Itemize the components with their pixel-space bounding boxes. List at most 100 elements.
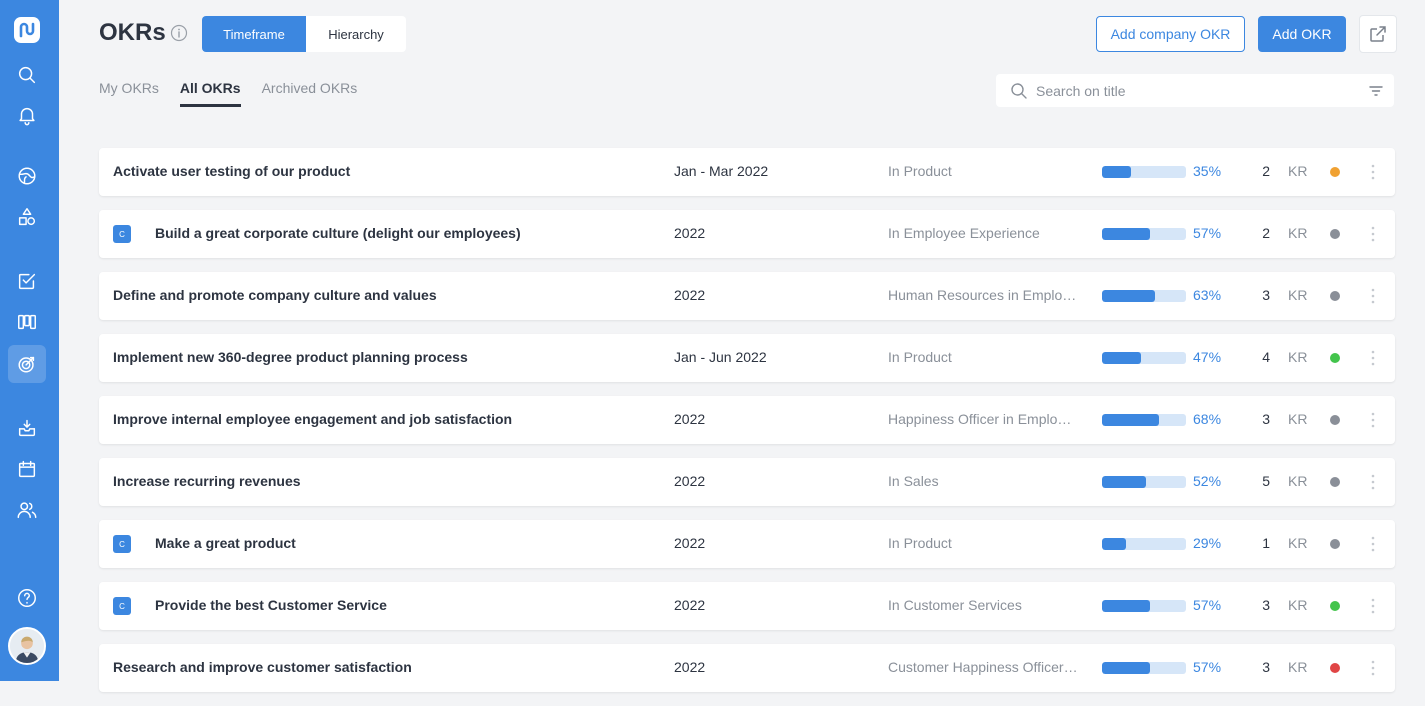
kr-label: KR [1288, 659, 1308, 675]
okr-period: Jan - Mar 2022 [674, 163, 769, 179]
kr-count: 3 [1262, 597, 1270, 613]
okr-row[interactable]: Improve internal employee engagement and… [99, 396, 1395, 444]
okr-title[interactable]: Implement new 360-degree product plannin… [113, 349, 468, 365]
progress-percent: 52% [1193, 473, 1222, 489]
tab-archived-okrs[interactable]: Archived OKRs [262, 80, 358, 107]
okr-period: 2022 [674, 535, 706, 551]
okr-team: In Product [888, 349, 952, 365]
more-options-icon[interactable] [1363, 286, 1383, 306]
progress-fill [1102, 662, 1150, 674]
okr-title[interactable]: Activate user testing of our product [113, 163, 350, 179]
progress-bar [1102, 290, 1186, 302]
progress-bar [1102, 600, 1186, 612]
okr-period: 2022 [674, 597, 706, 613]
users-icon[interactable] [8, 491, 46, 529]
progress-fill [1102, 600, 1150, 612]
app-logo-icon[interactable] [13, 16, 41, 44]
kr-count: 2 [1262, 163, 1270, 179]
external-link-button[interactable] [1359, 15, 1397, 53]
avatar[interactable] [8, 627, 46, 665]
tab-my-okrs[interactable]: My OKRs [99, 80, 159, 107]
okr-title[interactable]: Improve internal employee engagement and… [113, 411, 512, 427]
sidebar [0, 0, 59, 681]
okr-row[interactable]: Research and improve customer satisfacti… [99, 644, 1395, 692]
add-okr-button[interactable]: Add OKR [1258, 16, 1346, 52]
company-okr-badge: C [113, 597, 131, 615]
inbox-icon[interactable] [8, 409, 46, 447]
kr-count: 3 [1262, 287, 1270, 303]
okr-row[interactable]: C Build a great corporate culture (deligh… [99, 210, 1395, 258]
progress-percent: 68% [1193, 411, 1222, 427]
okr-row[interactable]: C Make a great product 2022 In Product 29% 1 K… [99, 520, 1395, 568]
kr-count: 2 [1262, 225, 1270, 241]
kr-count: 3 [1262, 659, 1270, 675]
calendar-icon[interactable] [8, 450, 46, 488]
status-dot [1330, 291, 1340, 301]
search-icon[interactable] [8, 56, 46, 94]
progress-percent: 57% [1193, 225, 1222, 241]
okr-title[interactable]: Build a great corporate culture (delight… [155, 225, 521, 241]
search-input[interactable] [1036, 82, 1346, 99]
company-okr-badge: C [113, 225, 131, 243]
task-check-icon[interactable] [8, 262, 46, 300]
kr-label: KR [1288, 225, 1308, 241]
okr-title[interactable]: Make a great product [155, 535, 296, 551]
okr-period: 2022 [674, 659, 706, 675]
progress-fill [1102, 414, 1160, 426]
more-options-icon[interactable] [1363, 410, 1383, 430]
okr-row[interactable]: C Provide the best Customer Service 2022 In… [99, 582, 1395, 630]
add-company-okr-button[interactable]: Add company OKR [1096, 16, 1245, 52]
okr-row[interactable]: Implement new 360-degree product plannin… [99, 334, 1395, 382]
okr-row[interactable]: Define and promote company culture and v… [99, 272, 1395, 320]
okr-title[interactable]: Increase recurring revenues [113, 473, 301, 489]
tab-all-okrs[interactable]: All OKRs [179, 80, 241, 107]
progress-fill [1102, 476, 1146, 488]
status-dot [1330, 539, 1340, 549]
bell-icon[interactable] [8, 96, 46, 134]
progress-bar [1102, 662, 1186, 674]
progress-percent: 47% [1193, 349, 1222, 365]
progress-bar [1102, 352, 1186, 364]
okr-title[interactable]: Provide the best Customer Service [155, 597, 387, 613]
progress-fill [1102, 290, 1155, 302]
more-options-icon[interactable] [1363, 534, 1383, 554]
progress-bar [1102, 476, 1186, 488]
progress-percent: 57% [1193, 659, 1222, 675]
more-options-icon[interactable] [1363, 658, 1383, 678]
okr-period: Jan - Jun 2022 [674, 349, 767, 365]
hierarchy-toggle[interactable]: Hierarchy [306, 16, 406, 52]
okr-row[interactable]: Increase recurring revenues 2022 In Sales 5… [99, 458, 1395, 506]
timeframe-toggle[interactable]: Timeframe [202, 16, 306, 52]
progress-bar [1102, 228, 1186, 240]
kr-label: KR [1288, 163, 1308, 179]
filter-icon[interactable] [1368, 83, 1384, 99]
kr-label: KR [1288, 597, 1308, 613]
okr-row[interactable]: Activate user testing of our product Jan … [99, 148, 1395, 196]
okr-period: 2022 [674, 225, 706, 241]
progress-percent: 35% [1193, 163, 1222, 179]
more-options-icon[interactable] [1363, 596, 1383, 616]
okr-list: Activate user testing of our product Jan … [99, 148, 1395, 706]
company-okr-badge: C [113, 535, 131, 553]
target-icon[interactable] [8, 345, 46, 383]
kr-label: KR [1288, 473, 1308, 489]
okr-period: 2022 [674, 473, 706, 489]
okr-team: In Sales [888, 473, 939, 489]
globe-icon[interactable] [8, 157, 46, 195]
okr-tabs: My OKRs All OKRs Archived OKRs [99, 80, 378, 107]
help-icon[interactable] [8, 579, 46, 617]
shapes-icon[interactable] [8, 198, 46, 236]
okr-title[interactable]: Research and improve customer satisfacti… [113, 659, 412, 675]
okr-title[interactable]: Define and promote company culture and v… [113, 287, 437, 303]
more-options-icon[interactable] [1363, 472, 1383, 492]
more-options-icon[interactable] [1363, 348, 1383, 368]
info-icon[interactable] [170, 24, 188, 42]
kr-label: KR [1288, 287, 1308, 303]
kr-count: 3 [1262, 411, 1270, 427]
more-options-icon[interactable] [1363, 162, 1383, 182]
kr-count: 5 [1262, 473, 1270, 489]
board-icon[interactable] [8, 303, 46, 341]
more-options-icon[interactable] [1363, 224, 1383, 244]
status-dot [1330, 353, 1340, 363]
external-link-icon [1370, 26, 1386, 42]
